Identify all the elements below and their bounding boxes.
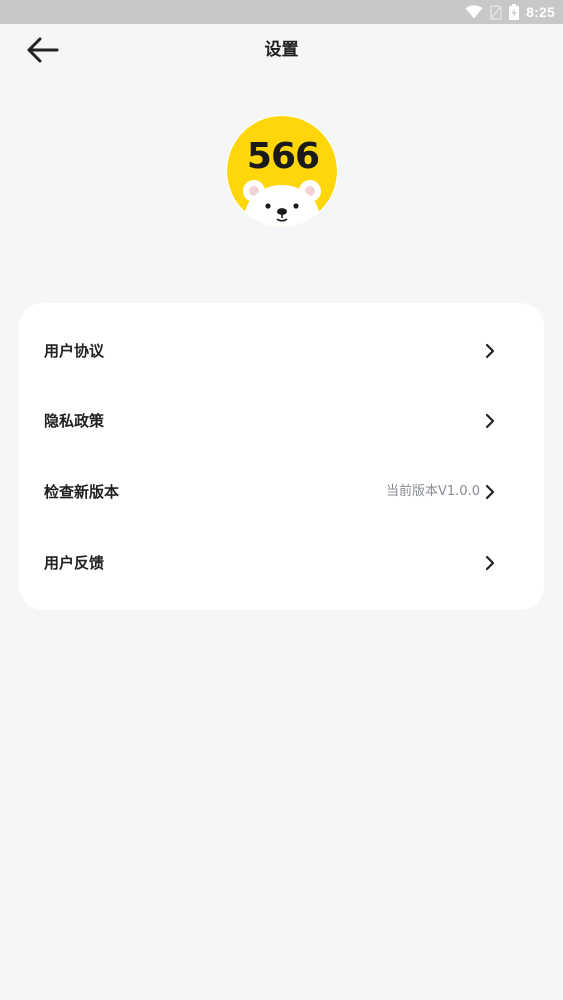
battery-charging-icon [509, 4, 520, 20]
current-version-text: 当前版本V1.0.0 [386, 484, 480, 499]
settings-item-check-update[interactable]: 检查新版本 当前版本V1.0.0 [19, 457, 544, 527]
settings-card: 用户协议 隐私政策 检查新版本 当前版本V1.0.0 用户反馈 [19, 303, 544, 610]
settings-item-label: 用户反馈 [44, 554, 105, 572]
chevron-right-icon [485, 555, 495, 571]
wifi-icon [465, 5, 483, 19]
settings-item-label: 隐私政策 [44, 412, 105, 430]
status-time: 8:25 [526, 4, 555, 20]
settings-item-feedback[interactable]: 用户反馈 [19, 528, 544, 598]
chevron-right-icon [485, 484, 495, 500]
bear-logo-icon: 566 [226, 115, 338, 227]
nav-bar: 设置 [0, 24, 563, 76]
settings-item-privacy-policy[interactable]: 隐私政策 [19, 386, 544, 456]
chevron-right-icon [485, 343, 495, 359]
settings-item-user-agreement[interactable]: 用户协议 [19, 316, 544, 386]
status-bar: 8:25 [0, 0, 563, 24]
settings-item-label: 用户协议 [44, 342, 105, 360]
settings-item-label: 检查新版本 [44, 483, 120, 501]
page-title: 设置 [264, 40, 299, 60]
status-icons: 8:25 [465, 0, 555, 24]
logo-text: 566 [247, 136, 319, 177]
no-sim-icon [490, 4, 502, 20]
chevron-right-icon [485, 413, 495, 429]
